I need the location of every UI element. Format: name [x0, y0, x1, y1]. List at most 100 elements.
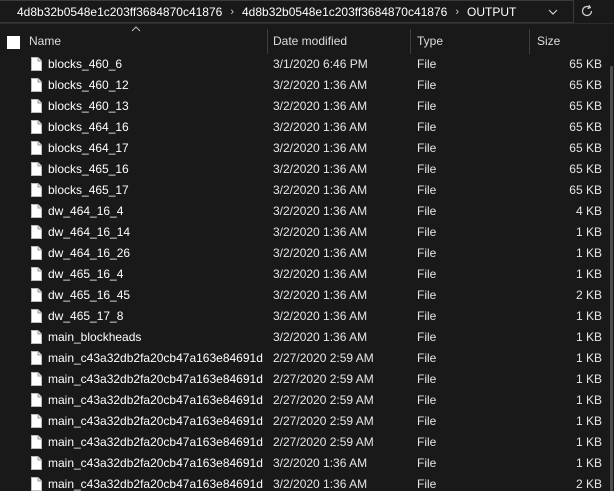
- breadcrumb-item-current[interactable]: OUTPUT: [460, 1, 523, 23]
- file-date-modified: 3/2/2020 1:36 AM: [273, 162, 368, 176]
- scrollbar-thumb[interactable]: [610, 66, 613, 491]
- file-type: File: [417, 435, 437, 449]
- file-row[interactable]: main_c43a32db2fa20cb47a163e84691d... 2/2…: [0, 390, 609, 411]
- file-name[interactable]: blocks_460_6: [48, 54, 264, 75]
- file-row[interactable]: main_blockheads 3/2/2020 1:36 AM File 1 …: [0, 327, 609, 348]
- file-date-modified: 2/27/2020 2:59 AM: [273, 393, 374, 407]
- select-all-checkbox[interactable]: [7, 36, 20, 49]
- file-type: File: [417, 414, 437, 428]
- file-icon: [31, 162, 42, 176]
- file-name[interactable]: main_c43a32db2fa20cb47a163e84691d...: [48, 348, 264, 369]
- chevron-down-icon[interactable]: [546, 4, 560, 20]
- file-type: File: [417, 330, 437, 344]
- file-name[interactable]: dw_464_16_26: [48, 243, 264, 264]
- column-date-modified[interactable]: Date modified: [273, 29, 411, 54]
- file-date-modified: 3/2/2020 1:36 AM: [273, 309, 368, 323]
- file-name[interactable]: dw_464_16_4: [48, 201, 264, 222]
- file-icon: [31, 414, 42, 428]
- file-date-modified: 2/27/2020 2:59 AM: [273, 351, 374, 365]
- file-row[interactable]: main_c43a32db2fa20cb47a163e84691d... 3/2…: [0, 453, 609, 474]
- column-divider[interactable]: [267, 29, 268, 54]
- file-row[interactable]: dw_464_16_14 3/2/2020 1:36 AM File 1 KB: [0, 222, 609, 243]
- file-size: 65 KB: [569, 57, 602, 71]
- file-name[interactable]: main_blockheads: [48, 327, 264, 348]
- file-size: 65 KB: [569, 162, 602, 176]
- file-row[interactable]: blocks_460_6 3/1/2020 6:46 PM File 65 KB: [0, 54, 609, 75]
- file-name[interactable]: main_c43a32db2fa20cb47a163e84691d...: [48, 432, 264, 453]
- breadcrumb-item[interactable]: 4d8b32b0548e1c203ff3684870c41876: [0, 1, 229, 23]
- file-size: 65 KB: [569, 78, 602, 92]
- file-size: 1 KB: [575, 351, 602, 365]
- file-name[interactable]: dw_465_16_4: [48, 264, 264, 285]
- file-date-modified: 3/2/2020 1:36 AM: [273, 330, 368, 344]
- file-date-modified: 3/2/2020 1:36 AM: [273, 267, 368, 281]
- file-name[interactable]: blocks_465_17: [48, 180, 264, 201]
- file-type: File: [417, 120, 437, 134]
- column-type[interactable]: Type: [417, 29, 527, 54]
- file-icon: [31, 57, 42, 71]
- file-name[interactable]: blocks_465_16: [48, 159, 264, 180]
- file-name[interactable]: blocks_460_13: [48, 96, 264, 117]
- file-date-modified: 3/2/2020 1:36 AM: [273, 204, 368, 218]
- file-icon: [31, 225, 42, 239]
- file-row[interactable]: blocks_460_12 3/2/2020 1:36 AM File 65 K…: [0, 75, 609, 96]
- file-size: 1 KB: [575, 225, 602, 239]
- file-size: 1 KB: [575, 246, 602, 260]
- file-name[interactable]: blocks_460_12: [48, 75, 264, 96]
- file-icon: [31, 141, 42, 155]
- file-row[interactable]: blocks_464_17 3/2/2020 1:36 AM File 65 K…: [0, 138, 609, 159]
- file-date-modified: 3/2/2020 1:36 AM: [273, 183, 368, 197]
- file-type: File: [417, 162, 437, 176]
- file-icon: [31, 120, 42, 134]
- refresh-icon[interactable]: [578, 2, 596, 20]
- file-name[interactable]: main_c43a32db2fa20cb47a163e84691d...: [48, 411, 264, 432]
- file-row[interactable]: dw_465_16_4 3/2/2020 1:36 AM File 1 KB: [0, 264, 609, 285]
- file-row[interactable]: blocks_465_17 3/2/2020 1:36 AM File 65 K…: [0, 180, 609, 201]
- file-row[interactable]: main_c43a32db2fa20cb47a163e84691d... 2/2…: [0, 348, 609, 369]
- file-name[interactable]: dw_464_16_14: [48, 222, 264, 243]
- file-name[interactable]: blocks_464_16: [48, 117, 264, 138]
- address-bar-field[interactable]: 4d8b32b0548e1c203ff3684870c41876 › 4d8b3…: [0, 0, 574, 23]
- file-type: File: [417, 309, 437, 323]
- file-row[interactable]: dw_465_17_8 3/2/2020 1:36 AM File 1 KB: [0, 306, 609, 327]
- column-size[interactable]: Size: [537, 29, 607, 54]
- file-name[interactable]: main_c43a32db2fa20cb47a163e84691d...: [48, 369, 264, 390]
- file-row[interactable]: main_c43a32db2fa20cb47a163e84691d... 3/2…: [0, 474, 609, 491]
- file-type: File: [417, 477, 437, 491]
- file-row[interactable]: main_c43a32db2fa20cb47a163e84691d... 2/2…: [0, 369, 609, 390]
- file-row[interactable]: blocks_460_13 3/2/2020 1:36 AM File 65 K…: [0, 96, 609, 117]
- file-row[interactable]: dw_465_16_45 3/2/2020 1:36 AM File 2 KB: [0, 285, 609, 306]
- file-icon: [31, 456, 42, 470]
- breadcrumb-item[interactable]: 4d8b32b0548e1c203ff3684870c41876: [235, 1, 454, 23]
- file-name[interactable]: dw_465_16_45: [48, 285, 264, 306]
- file-icon: [31, 204, 42, 218]
- breadcrumb: 4d8b32b0548e1c203ff3684870c41876 › 4d8b3…: [0, 1, 523, 23]
- file-name[interactable]: main_c43a32db2fa20cb47a163e84691d...: [48, 390, 264, 411]
- file-type: File: [417, 267, 437, 281]
- column-name[interactable]: Name: [29, 29, 267, 54]
- file-row[interactable]: main_c43a32db2fa20cb47a163e84691d... 2/2…: [0, 411, 609, 432]
- file-name[interactable]: main_c43a32db2fa20cb47a163e84691d...: [48, 453, 264, 474]
- file-name[interactable]: dw_465_17_8: [48, 306, 264, 327]
- file-row[interactable]: blocks_465_16 3/2/2020 1:36 AM File 65 K…: [0, 159, 609, 180]
- file-icon: [31, 435, 42, 449]
- file-name[interactable]: main_c43a32db2fa20cb47a163e84691d...: [48, 474, 264, 491]
- file-row[interactable]: main_c43a32db2fa20cb47a163e84691d... 2/2…: [0, 432, 609, 453]
- file-type: File: [417, 288, 437, 302]
- file-size: 65 KB: [569, 99, 602, 113]
- file-row[interactable]: dw_464_16_4 3/2/2020 1:36 AM File 4 KB: [0, 201, 609, 222]
- file-explorer-window: 4d8b32b0548e1c203ff3684870c41876 › 4d8b3…: [0, 0, 614, 491]
- file-type: File: [417, 57, 437, 71]
- file-icon: [31, 351, 42, 365]
- file-type: File: [417, 78, 437, 92]
- file-date-modified: 2/27/2020 2:59 AM: [273, 435, 374, 449]
- file-row[interactable]: blocks_464_16 3/2/2020 1:36 AM File 65 K…: [0, 117, 609, 138]
- file-row[interactable]: dw_464_16_26 3/2/2020 1:36 AM File 1 KB: [0, 243, 609, 264]
- file-name[interactable]: blocks_464_17: [48, 138, 264, 159]
- column-divider[interactable]: [410, 29, 411, 54]
- file-list: blocks_460_6 3/1/2020 6:46 PM File 65 KB…: [0, 54, 609, 491]
- file-date-modified: 3/2/2020 1:36 AM: [273, 141, 368, 155]
- file-size: 1 KB: [575, 393, 602, 407]
- column-divider[interactable]: [529, 29, 530, 54]
- address-bar[interactable]: 4d8b32b0548e1c203ff3684870c41876 › 4d8b3…: [0, 0, 614, 24]
